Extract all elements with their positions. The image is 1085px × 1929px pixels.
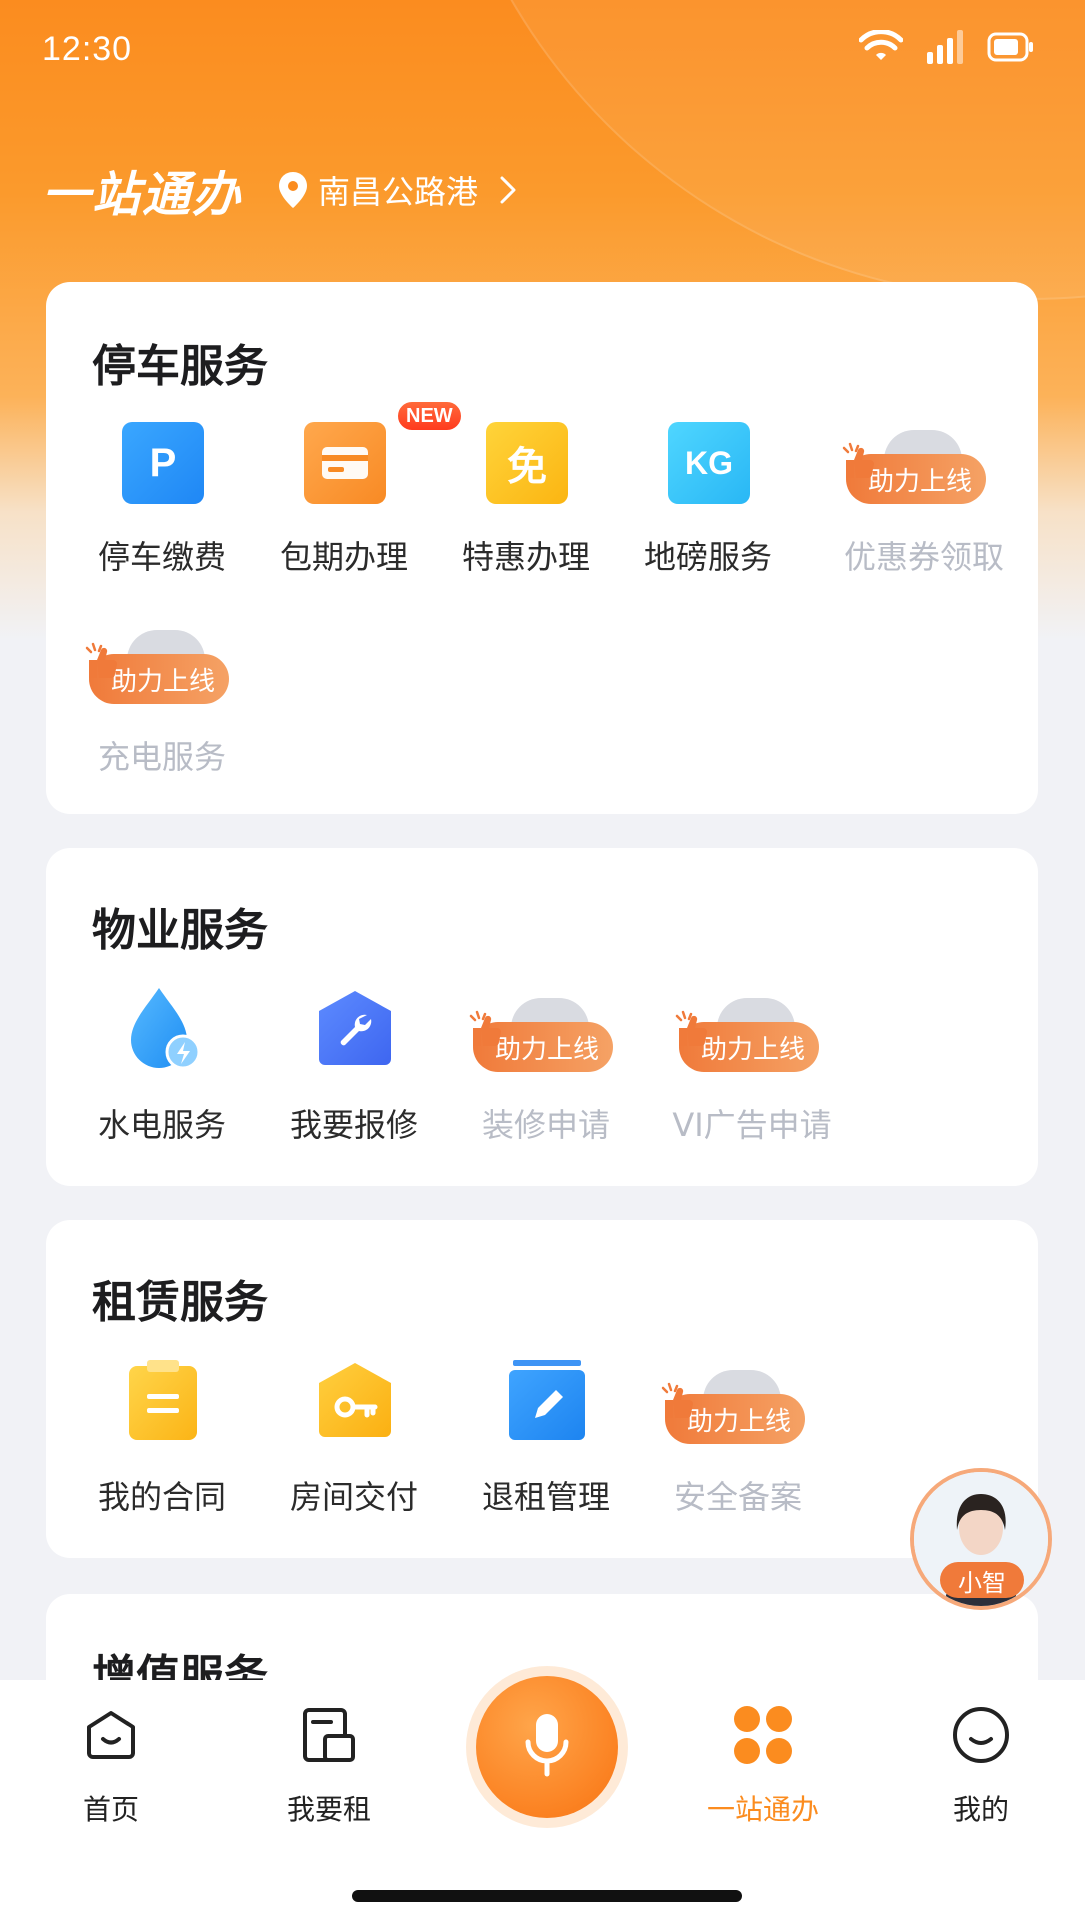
service-label: 停车缴费 [97,538,226,576]
home-indicator [352,1890,742,1902]
status-bar: 12:30 [0,0,1085,100]
grid-icon [698,1700,828,1770]
weighbridge-icon: KG [668,422,750,504]
service-label: 房间交付 [289,1478,418,1516]
service-label: 安全备案 [673,1478,802,1516]
nav-rent[interactable]: 我要租 [264,1700,394,1828]
nav-label: 一站通办 [706,1793,819,1826]
lease-services-card: 租赁服务 我的合同 房间交付 退租管理 助力上线 安全备案 [46,1220,1038,1558]
voice-button[interactable] [466,1666,628,1828]
wifi-icon [858,29,904,68]
nav-one-stop[interactable]: 一站通办 [698,1700,828,1828]
service-label: 我要报修 [289,1106,418,1144]
section-title: 停车服务 [92,341,268,392]
thumbs-up-icon [838,442,878,482]
contract-icon [125,1360,201,1446]
location-name: 南昌公路港 [318,173,479,211]
page-header: 一站通办 南昌公路港 [42,160,516,223]
wrench-icon [315,989,395,1073]
nav-label: 我的 [952,1793,1009,1826]
signal-icon [927,30,963,68]
nav-label: 我要租 [286,1793,371,1826]
building-icon [264,1700,394,1770]
service-label: 地磅服务 [643,538,772,576]
location-pin-icon [278,172,308,208]
section-title: 物业服务 [92,905,268,956]
parking-services-card: 停车服务 P 停车缴费 NEW 包期办理 免 特惠办理 KG 地磅服务 助力上线… [46,282,1038,814]
home-icon [46,1700,176,1770]
microphone-icon [524,1712,570,1782]
nav-label: 首页 [82,1793,139,1826]
nav-home[interactable]: 首页 [46,1700,176,1828]
service-label: 优惠券领取 [843,538,1004,576]
page-title: 一站通办 [42,167,243,223]
thumbs-up-icon [671,1010,711,1050]
nav-mine[interactable]: 我的 [916,1700,1046,1828]
battery-icon [987,31,1035,67]
assistant-name: 小智 [940,1562,1024,1598]
section-title: 租赁服务 [92,1277,268,1328]
new-badge: NEW [396,400,463,432]
status-time: 12:30 [42,30,133,68]
service-label: VI广告申请 [672,1106,832,1144]
thumbs-up-icon [657,1382,697,1422]
edit-icon [507,1360,587,1446]
card-icon [304,422,386,504]
chevron-right-icon [500,176,516,204]
service-label: 充电服务 [97,738,226,776]
service-label: 包期办理 [279,538,408,576]
location-selector[interactable]: 南昌公路港 [278,167,516,213]
key-icon [315,1361,395,1445]
property-services-card: 物业服务 水电服务 我要报修 助力上线 装修申请 助力上线 VI广告申请 [46,848,1038,1186]
service-label: 装修申请 [481,1106,610,1144]
free-icon: 免 [486,422,568,504]
service-label: 特惠办理 [461,538,590,576]
smile-face-icon [916,1700,1046,1770]
parking-icon: P [122,422,204,504]
water-drop-icon [123,986,203,1076]
ai-assistant-button[interactable]: 小智 [910,1468,1052,1610]
service-label: 退租管理 [481,1478,610,1516]
service-label: 水电服务 [97,1106,226,1144]
thumbs-up-icon [81,642,121,682]
thumbs-up-icon [465,1010,505,1050]
service-label: 我的合同 [97,1478,226,1516]
